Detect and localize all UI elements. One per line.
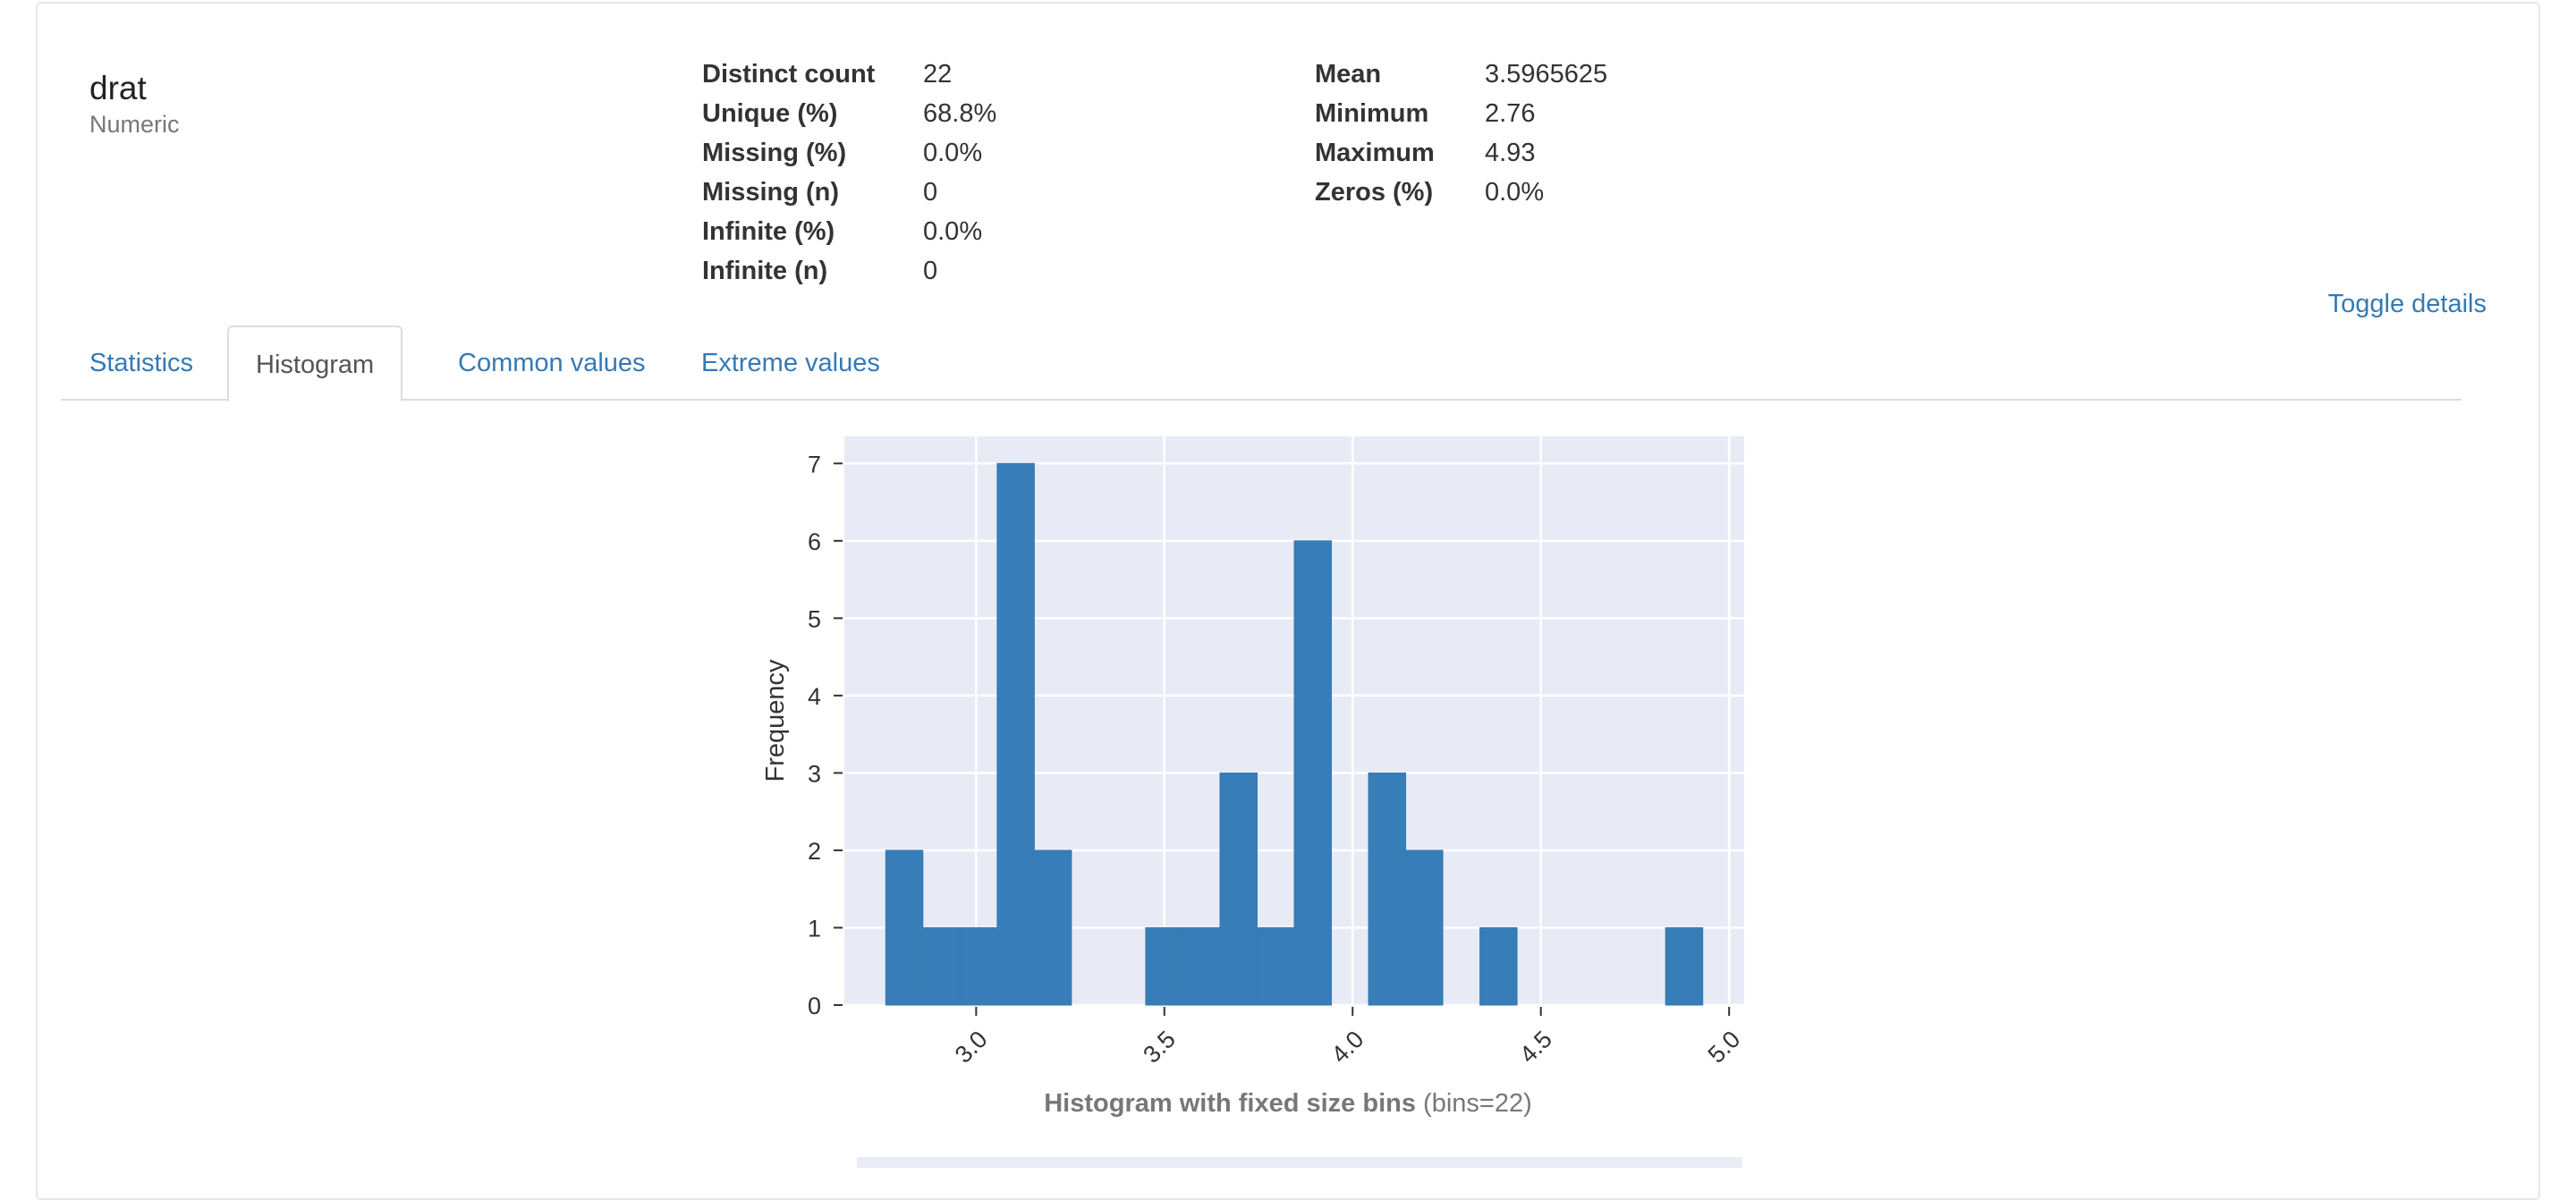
x-tick-label: 4.0 — [1326, 1026, 1369, 1069]
histogram-bar — [1665, 926, 1704, 1006]
stat-label: Minimum — [1315, 99, 1429, 128]
caption-bins: (bins=22) — [1415, 1089, 1532, 1118]
stat-value: 22 — [923, 60, 953, 89]
variable-name: drat — [89, 70, 147, 106]
histogram-bar — [959, 926, 998, 1006]
stat-value: 0.0% — [923, 217, 983, 246]
stat-label: Mean — [1315, 60, 1382, 89]
histogram-bar — [885, 849, 924, 1006]
stat-row: Zeros (%) 0.0% — [1315, 173, 1607, 212]
y-tick-label: 5 — [808, 605, 821, 632]
y-tick-label: 1 — [808, 915, 821, 942]
stat-value: 68.8% — [923, 99, 997, 128]
next-chart-edge — [857, 1157, 1742, 1168]
stat-value: 3.5965625 — [1485, 60, 1608, 89]
stat-row: Maximum 4.93 — [1315, 133, 1607, 173]
tab-extreme-values[interactable]: Extreme values — [674, 325, 907, 401]
histogram-bar — [1145, 926, 1183, 1006]
caption-title: Histogram with fixed size bins — [1044, 1089, 1416, 1118]
histogram-chart: 0 1 2 3 4 5 6 7 3.0 3.5 4.0 4.5 5.0 Frequency — [761, 436, 1746, 1069]
stat-row: Infinite (%) 0.0% — [702, 212, 996, 251]
x-tick-label: 5.0 — [1703, 1026, 1746, 1069]
stat-value: 0 — [923, 257, 938, 285]
x-tick-label: 4.5 — [1514, 1026, 1557, 1069]
stat-value: 0.0% — [1485, 178, 1545, 207]
stat-label: Missing (n) — [702, 178, 840, 207]
stat-row: Missing (n) 0 — [702, 173, 996, 212]
variable-type: Numeric — [89, 111, 180, 138]
stats-table-right: Mean 3.5965625 Minimum 2.76 Maximum 4.93 Ze… — [1315, 55, 1607, 212]
y-tick-label: 2 — [808, 838, 821, 865]
y-tick-label: 7 — [808, 451, 821, 477]
y-axis-label: Frequency — [761, 659, 790, 782]
y-tick-label: 3 — [808, 760, 821, 787]
histogram-bar — [1219, 772, 1258, 1006]
stat-row: Minimum 2.76 — [1315, 94, 1607, 133]
stat-row: Mean 3.5965625 — [1315, 55, 1607, 94]
stat-label: Infinite (%) — [702, 217, 835, 246]
stats-table-left: Distinct count 22 Unique (%) 68.8% Missing… — [702, 55, 996, 291]
histogram-bar — [1479, 926, 1518, 1006]
histogram-bar — [922, 926, 961, 1006]
stat-value: 0 — [923, 178, 938, 207]
histogram-bar — [1293, 540, 1333, 1006]
x-tick-label: 3.5 — [1138, 1026, 1181, 1069]
stat-value: 4.93 — [1485, 139, 1536, 167]
y-tick-label: 6 — [808, 528, 821, 555]
stat-label: Zeros (%) — [1315, 178, 1434, 207]
histogram-bar — [1256, 926, 1295, 1006]
histogram-bar — [1033, 849, 1072, 1006]
histogram-bar — [1405, 849, 1444, 1006]
stat-label: Maximum — [1315, 139, 1435, 167]
stat-value: 2.76 — [1485, 99, 1536, 128]
histogram-bar — [1368, 772, 1407, 1006]
histogram-bar — [996, 462, 1035, 1006]
stat-label: Infinite (n) — [702, 257, 828, 285]
stat-row: Distinct count 22 — [702, 55, 996, 94]
histogram-bar — [1182, 926, 1221, 1006]
tab-statistics[interactable]: Statistics — [63, 325, 220, 401]
stat-label: Unique (%) — [702, 99, 838, 128]
stat-label: Missing (%) — [702, 139, 847, 167]
stat-row: Missing (%) 0.0% — [702, 133, 996, 173]
histogram-caption: Histogram with fixed size bins (bins=22) — [0, 1089, 2576, 1119]
stat-value: 0.0% — [923, 139, 983, 167]
stat-row: Infinite (n) 0 — [702, 251, 996, 291]
y-tick-label: 4 — [808, 683, 821, 710]
stat-row: Unique (%) 68.8% — [702, 94, 996, 133]
x-tick-label: 3.0 — [950, 1026, 993, 1069]
tab-bar: Statistics Histogram Common values Extre… — [61, 325, 2462, 402]
tab-common-values[interactable]: Common values — [431, 325, 673, 401]
tab-histogram[interactable]: Histogram — [227, 325, 403, 402]
stat-label: Distinct count — [702, 60, 876, 89]
y-tick-label: 0 — [808, 993, 821, 1019]
toggle-details-link[interactable]: Toggle details — [2328, 290, 2487, 319]
